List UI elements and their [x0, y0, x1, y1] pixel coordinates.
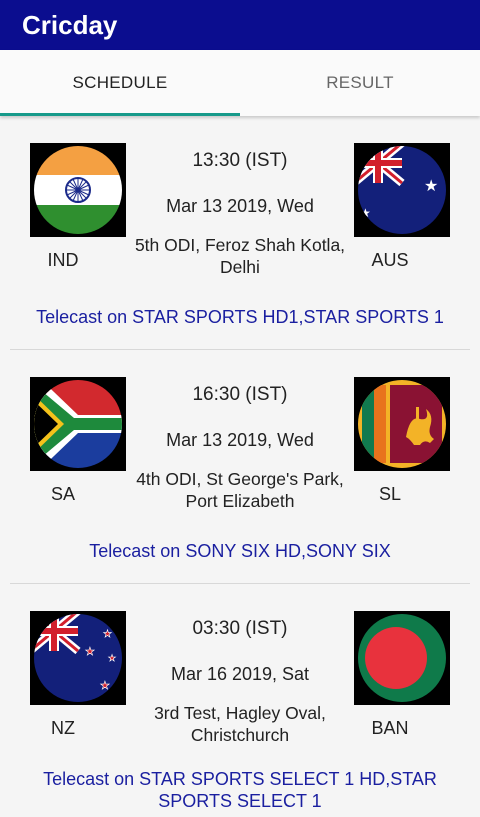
- sri-lanka-flag-icon: [354, 377, 450, 471]
- svg-text:★: ★: [103, 629, 112, 640]
- match-venue: 4th ODI, St George's Park, Port Elizabet…: [136, 469, 344, 511]
- match-time: 13:30 (IST): [192, 150, 288, 171]
- australia-flag-icon: ★ ★: [354, 143, 450, 237]
- match-time: 16:30 (IST): [192, 384, 288, 405]
- match-venue: 5th ODI, Feroz Shah Kotla, Delhi: [134, 235, 346, 277]
- app-bar: Cricday: [0, 0, 480, 50]
- match-date: Mar 13 2019, Wed: [166, 430, 314, 450]
- telecast-info: Telecast on STAR SPORTS HD1,STAR SPORTS …: [36, 307, 444, 327]
- team1-name: IND: [47, 250, 79, 270]
- south-africa-flag-icon: [30, 377, 126, 471]
- bangladesh-flag-icon: [354, 611, 450, 705]
- team1-name: SA: [50, 484, 75, 504]
- match-time: 03:30 (IST): [192, 618, 288, 639]
- match-date: Mar 13 2019, Wed: [166, 196, 314, 216]
- match-venue: 3rd Test, Hagley Oval, Christchurch: [154, 703, 326, 745]
- match-list[interactable]: IND 13:30 (IST) Mar 13 2019, Wed 5th ODI…: [0, 116, 480, 817]
- india-flag-icon: [30, 143, 126, 237]
- match-card[interactable]: IND 13:30 (IST) Mar 13 2019, Wed 5th ODI…: [10, 116, 470, 350]
- telecast-info: Telecast on SONY SIX HD,SONY SIX: [89, 541, 391, 561]
- team1-name: NZ: [51, 718, 75, 738]
- team2-name: AUS: [371, 250, 409, 270]
- telecast-info: Telecast on STAR SPORTS SELECT 1 HD,STAR…: [43, 769, 437, 811]
- tab-schedule[interactable]: SCHEDULE: [0, 50, 240, 116]
- team2-name: SL: [378, 484, 402, 504]
- match-date: Mar 16 2019, Sat: [170, 664, 310, 684]
- svg-text:★: ★: [108, 654, 116, 664]
- svg-text:★: ★: [424, 176, 438, 195]
- app-title: Cricday: [22, 9, 118, 40]
- match-card[interactable]: SA 16:30 (IST) Mar 13 2019, Wed 4th ODI,…: [10, 350, 470, 584]
- tab-bar: SCHEDULE RESULT: [0, 50, 480, 116]
- team2-name: BAN: [371, 718, 409, 738]
- new-zealand-flag-icon: ★ ★ ★ ★: [30, 611, 126, 705]
- match-card[interactable]: ★ ★ ★ ★ NZ 03:30 (IST) Mar 16 2019, Sat …: [10, 584, 470, 817]
- tab-result[interactable]: RESULT: [240, 50, 480, 116]
- svg-text:★: ★: [85, 645, 95, 658]
